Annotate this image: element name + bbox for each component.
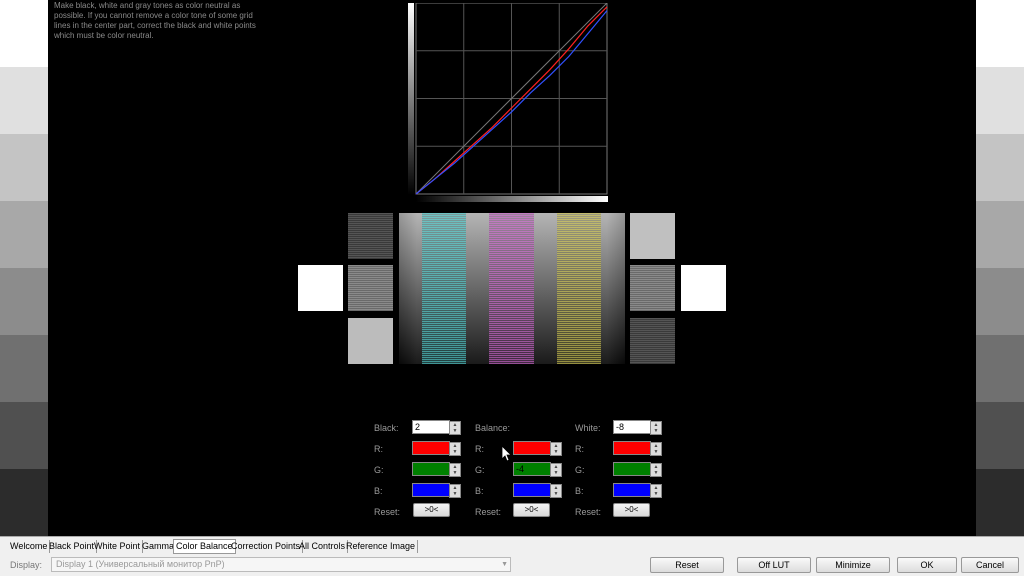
- ok-button[interactable]: OK: [897, 557, 957, 573]
- graph-horizontal-gradient: [416, 196, 608, 202]
- reset-button[interactable]: Reset: [650, 557, 724, 573]
- tab-white-point[interactable]: White Point: [92, 540, 144, 553]
- spin-down-icon: ▼: [452, 470, 458, 476]
- right-grayscale-bar: [976, 0, 1024, 536]
- mouse-cursor-icon: [502, 446, 512, 462]
- magenta-stripe: [489, 213, 534, 364]
- tab-black-point[interactable]: Black Point: [47, 540, 98, 553]
- white-reset-label: Reset:: [575, 507, 602, 517]
- tab-bar: Welcome Black Point White Point Gamma Co…: [0, 536, 1024, 554]
- tab-correction-points[interactable]: Correction Points: [229, 540, 304, 553]
- graph-vertical-gradient: [408, 3, 414, 195]
- balance-r-label: R:: [475, 444, 484, 454]
- white-value: -8: [616, 422, 625, 432]
- chevron-down-icon: ▼: [501, 561, 508, 568]
- tab-all-controls[interactable]: All Controls: [297, 540, 349, 553]
- spin-down-icon: ▼: [452, 491, 458, 497]
- black-g-label: G:: [374, 465, 384, 475]
- black-spin-arrows[interactable]: ▲ ▼: [449, 421, 461, 435]
- spin-down-icon: ▼: [553, 470, 559, 476]
- white-spinbox[interactable]: -8 ▲ ▼: [613, 420, 662, 435]
- black-reset-button[interactable]: >0<: [413, 503, 450, 517]
- white-g-label: G:: [575, 465, 585, 475]
- instructions-text: Make black, white and gray tones as colo…: [54, 1, 256, 40]
- spin-down-icon: ▼: [553, 491, 559, 497]
- black-r-label: R:: [374, 444, 383, 454]
- gray-patch-left-top: [348, 213, 393, 259]
- balance-label: Balance:: [475, 423, 511, 433]
- balance-b-spinbox[interactable]: ▲ ▼: [513, 483, 562, 498]
- white-r-spinbox[interactable]: ▲ ▼: [613, 441, 662, 456]
- gray-patch-left-bottom: [348, 318, 393, 364]
- white-g-spinbox[interactable]: ▲ ▼: [613, 462, 662, 477]
- black-b-label: B:: [374, 486, 383, 496]
- white-reset-button[interactable]: >0<: [613, 503, 650, 517]
- spin-down-icon: ▼: [653, 470, 659, 476]
- spin-down-icon: ▼: [653, 491, 659, 497]
- white-patch-left: [298, 265, 343, 311]
- gray-patch-right-bottom: [630, 318, 675, 364]
- white-patch-right: [681, 265, 726, 311]
- black-g-spinbox[interactable]: ▲ ▼: [412, 462, 461, 477]
- gamma-curve-graph: [408, 3, 608, 202]
- spin-down-icon: ▼: [653, 428, 659, 434]
- display-label: Display:: [10, 560, 43, 570]
- cancel-button[interactable]: Cancel: [961, 557, 1019, 573]
- tab-reference-image[interactable]: Reference Image: [344, 540, 419, 553]
- gray-patch-left-mid: [348, 265, 393, 311]
- balance-reset-label: Reset:: [475, 507, 502, 517]
- white-b-label: B:: [575, 486, 584, 496]
- tab-gamma[interactable]: Gamma: [140, 540, 178, 553]
- spin-down-icon: ▼: [553, 449, 559, 455]
- balance-reset-button[interactable]: >0<: [513, 503, 550, 517]
- black-reset-label: Reset:: [374, 507, 401, 517]
- white-r-label: R:: [575, 444, 584, 454]
- off-lut-button[interactable]: Off LUT: [737, 557, 811, 573]
- left-grayscale-bar: [0, 0, 48, 536]
- balance-r-spinbox[interactable]: ▲ ▼: [513, 441, 562, 456]
- white-b-spinbox[interactable]: ▲ ▼: [613, 483, 662, 498]
- balance-b-label: B:: [475, 486, 484, 496]
- black-value: 2: [415, 422, 421, 432]
- bottom-bar: Display: Display 1 (Универсальный монито…: [0, 554, 1024, 576]
- black-r-spinbox[interactable]: ▲ ▼: [412, 441, 461, 456]
- black-label: Black:: [374, 423, 399, 433]
- black-b-spinbox[interactable]: ▲ ▼: [412, 483, 461, 498]
- minimize-button[interactable]: Minimize: [816, 557, 890, 573]
- balance-g-spinbox[interactable]: -4 ▲ ▼: [513, 462, 562, 477]
- tab-welcome[interactable]: Welcome: [8, 540, 51, 553]
- yellow-stripe: [557, 213, 601, 364]
- spin-down-icon: ▼: [452, 428, 458, 434]
- display-select[interactable]: Display 1 (Универсальный монитор PnP) ▼: [51, 557, 511, 572]
- cyan-stripe: [422, 213, 466, 364]
- balance-g-label: G:: [475, 465, 485, 475]
- gray-patch-right-mid: [630, 265, 675, 311]
- black-spinbox[interactable]: 2 ▲ ▼: [412, 420, 461, 435]
- display-select-value: Display 1 (Универсальный монитор PnP): [56, 559, 225, 569]
- white-label: White:: [575, 423, 601, 433]
- spin-down-icon: ▼: [653, 449, 659, 455]
- gray-patch-right-top: [630, 213, 675, 259]
- spin-down-icon: ▼: [452, 449, 458, 455]
- center-gradient-pattern: [399, 213, 625, 364]
- tab-color-balance[interactable]: Color Balance: [173, 539, 236, 554]
